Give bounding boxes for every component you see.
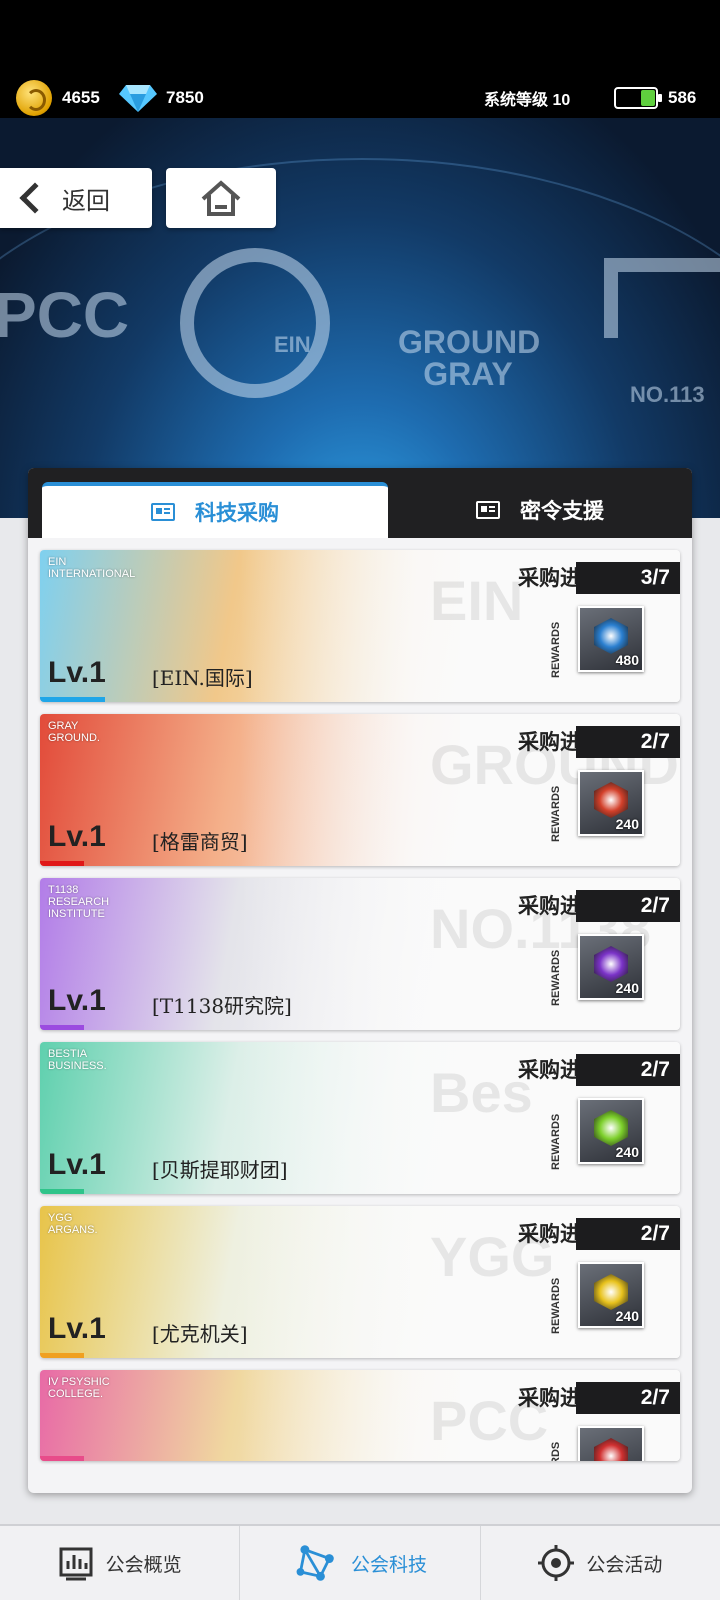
- t1138-logo: NO.113: [630, 382, 705, 407]
- faction-card[interactable]: NO.1138 T1138 RESEARCH INSTITUTE Lv.1 [T113…: [40, 878, 680, 1030]
- faction-tag: GRAY GROUND.: [48, 720, 100, 744]
- gem-counter[interactable]: 7850: [118, 80, 204, 116]
- tab-bar: 科技采购 密令支援: [28, 468, 692, 538]
- faction-level: Lv.1: [48, 1312, 106, 1345]
- nav-guild-tech[interactable]: 公会科技: [240, 1526, 481, 1600]
- reward-gem-icon: [594, 1438, 628, 1461]
- progress-bar: [40, 1025, 84, 1030]
- reward-quantity: 240: [615, 816, 639, 832]
- progress-bar: [40, 1189, 84, 1194]
- tab-label: 科技采购: [195, 501, 279, 525]
- faction-level: Lv.1: [48, 656, 106, 689]
- chart-icon: [59, 1547, 93, 1581]
- faction-tag: EIN INTERNATIONAL: [48, 556, 136, 580]
- purchase-progress-value: 3/7: [576, 562, 680, 594]
- rewards-label: REWARDS: [550, 1442, 562, 1461]
- energy-counter[interactable]: 586: [614, 80, 696, 116]
- status-bar: 4655 7850 系统等级 10 586: [0, 0, 720, 125]
- t1138-emblem: [604, 258, 720, 338]
- faction-tag: BESTIA BUSINESS.: [48, 1048, 107, 1072]
- back-button[interactable]: 返回: [0, 168, 152, 228]
- ground-gray-logo: GROUND GRAY: [398, 324, 541, 392]
- faction-tag: T1138 RESEARCH INSTITUTE: [48, 884, 110, 920]
- reward-item[interactable]: 240: [578, 1098, 644, 1164]
- reward-quantity: 240: [615, 980, 639, 996]
- reward-item[interactable]: 480: [578, 606, 644, 672]
- nav-label: 公会概览: [105, 1553, 182, 1576]
- faction-level: Lv.1: [48, 984, 106, 1017]
- system-level: 系统等级 10: [484, 92, 571, 109]
- faction-card[interactable]: GROUND GRAY GROUND. Lv.1 [格雷商贸] 采购进度 2/7 REWAR…: [40, 714, 680, 866]
- faction-name: [EIN.国际]: [152, 666, 253, 690]
- faction-card[interactable]: YGG YGG ARGANS. Lv.1 [尤克机关] 采购进度 2/7 REWARDS 24…: [40, 1206, 680, 1358]
- purchase-progress-value: 2/7: [576, 890, 680, 922]
- card-icon: [151, 503, 175, 521]
- reward-item[interactable]: 240: [578, 934, 644, 1000]
- progress-bar: [40, 1456, 84, 1461]
- purchase-progress-value: 2/7: [576, 1382, 680, 1414]
- reward-quantity: 480: [615, 652, 639, 668]
- reward-gem-icon: [594, 1110, 628, 1146]
- reward-item[interactable]: [578, 1426, 644, 1461]
- nav-guild-overview[interactable]: 公会概览: [0, 1526, 241, 1600]
- faction-level: Lv.1: [48, 1148, 106, 1181]
- reward-quantity: 240: [615, 1144, 639, 1160]
- gem-amount: 7850: [166, 88, 204, 107]
- faction-card[interactable]: PCCIV PSYSHIC COLLEGE.Lv.1采购进度2/7REWARDS: [40, 1370, 680, 1461]
- energy-amount: 586: [668, 88, 697, 107]
- target-icon: [538, 1545, 575, 1581]
- pcc-logo: PCC: [0, 279, 130, 351]
- faction-card[interactable]: Bes BESTIA BUSINESS. Lv.1 [贝斯提耶财团] 采购进度 2/7 RE…: [40, 1042, 680, 1194]
- card-icon: [476, 501, 500, 519]
- nav-label: 公会科技: [350, 1553, 427, 1576]
- rewards-label: REWARDS: [550, 1113, 562, 1170]
- battery-icon: [614, 87, 662, 109]
- purchase-progress-value: 2/7: [576, 726, 680, 758]
- faction-tag: YGG ARGANS.: [48, 1212, 98, 1236]
- reward-gem-icon: [594, 782, 628, 818]
- reward-gem-icon: [594, 618, 628, 654]
- reward-item[interactable]: 240: [578, 770, 644, 836]
- rewards-label: REWARDS: [550, 785, 562, 842]
- diamond-icon: [119, 85, 157, 112]
- chevron-left-icon: [19, 182, 51, 214]
- ein-logo: EIN: [180, 248, 330, 398]
- nav-guild-events[interactable]: 公会活动: [481, 1526, 720, 1600]
- faction-card[interactable]: EIN EIN INTERNATIONAL Lv.1 [EIN.国际] 采购进度 3/7 R…: [40, 550, 680, 702]
- tech-panel: 科技采购 密令支援 EIN EIN INTERNATIONAL Lv.1 [EIN.国…: [28, 468, 692, 1493]
- faction-name: [贝斯提耶财团]: [152, 1158, 288, 1182]
- faction-tag: IV PSYSHIC COLLEGE.: [48, 1376, 110, 1400]
- progress-bar: [40, 697, 105, 702]
- faction-name: [T1138研究院]: [152, 994, 292, 1018]
- progress-bar: [40, 1353, 84, 1358]
- gold-coin-icon: [16, 80, 52, 116]
- back-button-label: 返回: [62, 186, 110, 215]
- reward-quantity: 240: [615, 1308, 639, 1324]
- nav-label: 公会活动: [586, 1553, 663, 1576]
- rewards-label: REWARDS: [550, 621, 562, 678]
- reward-gem-icon: [594, 1274, 628, 1310]
- reward-gem-icon: [594, 946, 628, 982]
- coin-counter[interactable]: 4655: [16, 80, 100, 116]
- progress-bar: [40, 861, 84, 866]
- rewards-label: REWARDS: [550, 1277, 562, 1334]
- tab-tech-purchase[interactable]: 科技采购: [42, 482, 388, 538]
- reward-item[interactable]: 240: [578, 1262, 644, 1328]
- tab-secret-support[interactable]: 密令支援: [388, 482, 692, 538]
- home-icon: [201, 180, 241, 216]
- purchase-progress-value: 2/7: [576, 1218, 680, 1250]
- faction-level: Lv.1: [48, 820, 106, 853]
- network-icon: [296, 1545, 334, 1581]
- purchase-progress-value: 2/7: [576, 1054, 680, 1086]
- bottom-nav: 公会概览 公会科技 公会活动: [0, 1524, 720, 1600]
- tab-label: 密令支援: [520, 499, 604, 523]
- faction-name: [尤克机关]: [152, 1322, 248, 1346]
- rewards-label: REWARDS: [550, 949, 562, 1006]
- home-button[interactable]: [166, 168, 276, 228]
- coin-amount: 4655: [62, 88, 100, 107]
- faction-name: [格雷商贸]: [152, 830, 248, 854]
